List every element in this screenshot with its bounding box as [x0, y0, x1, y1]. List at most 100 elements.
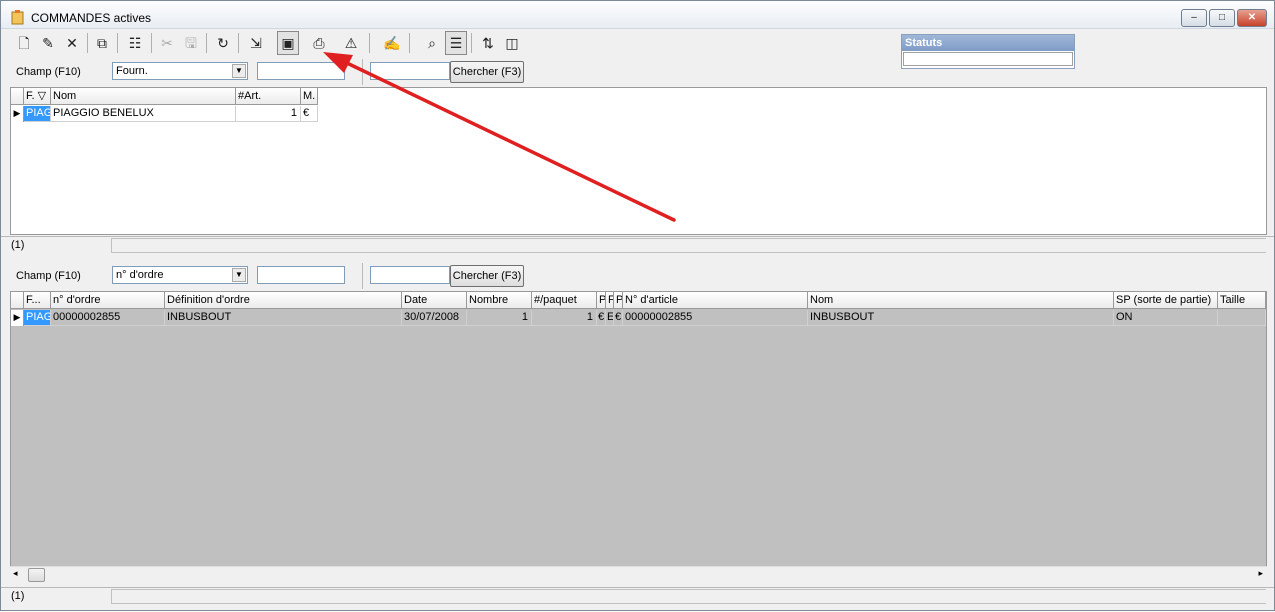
chevron-down-icon[interactable]: ▼	[232, 268, 246, 282]
save-icon[interactable]: 🖫	[180, 31, 202, 55]
copy-icon[interactable]: ⧉	[91, 31, 113, 55]
print-icon[interactable]: ⎙	[308, 31, 330, 55]
chevron-down-icon[interactable]: ▼	[232, 64, 246, 78]
column-header[interactable]: SP (sorte de partie)	[1114, 292, 1218, 309]
status-bar-bottom: (1)	[1, 587, 1274, 605]
columns-icon[interactable]: ◫	[501, 31, 523, 55]
preview-icon[interactable]: ▣	[277, 31, 299, 55]
column-header[interactable]: F	[606, 292, 614, 309]
close-button[interactable]: ✕	[1237, 9, 1267, 27]
table-cell[interactable]: 00000002855	[623, 310, 808, 326]
field-label-top: Champ (F10)	[16, 66, 81, 78]
table-cell[interactable]: €	[614, 310, 623, 326]
sort-icon[interactable]: ⇅	[477, 31, 499, 55]
toolbar-separator	[238, 33, 239, 53]
toolbar-separator	[471, 33, 472, 53]
horizontal-scrollbar[interactable]: ◂ ▸	[10, 566, 1267, 583]
column-header[interactable]: P	[614, 292, 623, 309]
table-cell[interactable]: 1	[532, 310, 597, 326]
status-pane	[111, 589, 1266, 604]
scroll-right-icon[interactable]: ▸	[1258, 568, 1263, 579]
search-input-top-2[interactable]	[370, 62, 450, 80]
divider	[362, 59, 363, 85]
table-cell[interactable]: 00000002855	[51, 310, 165, 326]
search-input-top[interactable]	[257, 62, 345, 80]
current-row-icon: ▶	[11, 310, 24, 326]
table-cell[interactable]: PIAGGIO BENELUX	[51, 106, 236, 122]
orders-grid: F... n° d'ordre Définition d'ordre Date …	[10, 291, 1267, 567]
column-header[interactable]: N° d'article	[623, 292, 808, 309]
status-bar-top: (1)	[1, 236, 1274, 254]
field-label-bottom: Champ (F10)	[16, 270, 81, 282]
window-title: COMMANDES actives	[31, 11, 152, 25]
table-cell[interactable]: €	[597, 310, 606, 326]
column-header[interactable]: n° d'ordre	[51, 292, 165, 309]
statuts-label: Statuts	[902, 35, 1074, 51]
record-count: (1)	[11, 239, 25, 251]
toolbar-separator	[117, 33, 118, 53]
search-button-top[interactable]: Chercher (F3)	[450, 61, 524, 83]
draw-icon[interactable]: ✍	[381, 31, 403, 55]
table-cell[interactable]: €	[301, 106, 318, 122]
cut-icon[interactable]: ✂	[156, 31, 178, 55]
table-cell[interactable]: E	[606, 310, 614, 326]
column-header[interactable]: F...	[24, 292, 51, 309]
edit-icon[interactable]: ✎	[37, 31, 59, 55]
search-input-bottom[interactable]	[257, 266, 345, 284]
column-header[interactable]: P	[597, 292, 606, 309]
app-icon	[11, 10, 24, 25]
new-icon[interactable]: 🗋	[13, 31, 35, 55]
table-cell[interactable]: ON	[1114, 310, 1218, 326]
field-select-bottom[interactable]: n° d'ordre ▼	[112, 266, 248, 284]
properties-icon[interactable]: ☷	[124, 31, 146, 55]
scroll-thumb[interactable]	[28, 568, 45, 582]
table-cell[interactable]: 1	[467, 310, 532, 326]
field-select-value: Fourn.	[116, 65, 148, 77]
record-count: (1)	[11, 590, 25, 602]
minimize-button[interactable]: –	[1181, 9, 1207, 27]
scroll-left-icon[interactable]: ◂	[13, 568, 18, 579]
toolbar-separator	[151, 33, 152, 53]
status-pane	[111, 238, 1266, 253]
toolbar-separator	[87, 33, 88, 53]
column-header[interactable]: Date	[402, 292, 467, 309]
import-icon[interactable]: ⇲	[245, 31, 267, 55]
column-header[interactable]: M.	[301, 88, 318, 105]
delete-icon[interactable]: ✕	[61, 31, 83, 55]
table-cell[interactable]: 1	[236, 106, 301, 122]
column-header[interactable]: F. ▽	[24, 88, 51, 105]
column-header[interactable]: Nom	[808, 292, 1114, 309]
toolbar-separator	[206, 33, 207, 53]
column-header[interactable]: Taille	[1218, 292, 1266, 309]
app-window: COMMANDES actives – □ ✕ 🗋 ✎ ✕ ⧉ ☷ ✂ 🖫 ↻ …	[0, 0, 1275, 611]
supplier-grid: F. ▽ Nom #Art. M. ▶ PIAG PIAGGIO BENELUX…	[10, 87, 1267, 235]
column-header[interactable]: Nom	[51, 88, 236, 105]
column-header[interactable]: #/paquet	[532, 292, 597, 309]
table-cell[interactable]: INBUSBOUT	[165, 310, 402, 326]
table-cell[interactable]	[1218, 310, 1266, 326]
table-cell[interactable]: PIAG	[24, 310, 51, 326]
find-icon[interactable]: ⌕	[421, 31, 443, 55]
row-indicator-header	[11, 88, 24, 105]
field-select-top[interactable]: Fourn. ▼	[112, 62, 248, 80]
search-input-bottom-2[interactable]	[370, 266, 450, 284]
list-view-icon[interactable]: ☰	[445, 31, 467, 55]
table-cell[interactable]: PIAG	[24, 106, 51, 122]
table-cell[interactable]: 30/07/2008	[402, 310, 467, 326]
column-header[interactable]: Définition d'ordre	[165, 292, 402, 309]
divider	[362, 263, 363, 289]
field-select-value: n° d'ordre	[116, 269, 164, 281]
search-button-bottom[interactable]: Chercher (F3)	[450, 265, 524, 287]
toolbar-separator	[409, 33, 410, 53]
row-indicator-header	[11, 292, 24, 309]
title-bar: COMMANDES actives – □ ✕	[1, 1, 1274, 29]
statuts-field[interactable]	[903, 52, 1073, 66]
current-row-icon: ▶	[11, 106, 24, 122]
alert-icon[interactable]: ⚠	[340, 31, 362, 55]
maximize-button[interactable]: □	[1209, 9, 1235, 27]
table-cell[interactable]: INBUSBOUT	[808, 310, 1114, 326]
statuts-panel: Statuts	[901, 34, 1075, 69]
column-header[interactable]: Nombre	[467, 292, 532, 309]
refresh-icon[interactable]: ↻	[212, 31, 234, 55]
column-header[interactable]: #Art.	[236, 88, 301, 105]
